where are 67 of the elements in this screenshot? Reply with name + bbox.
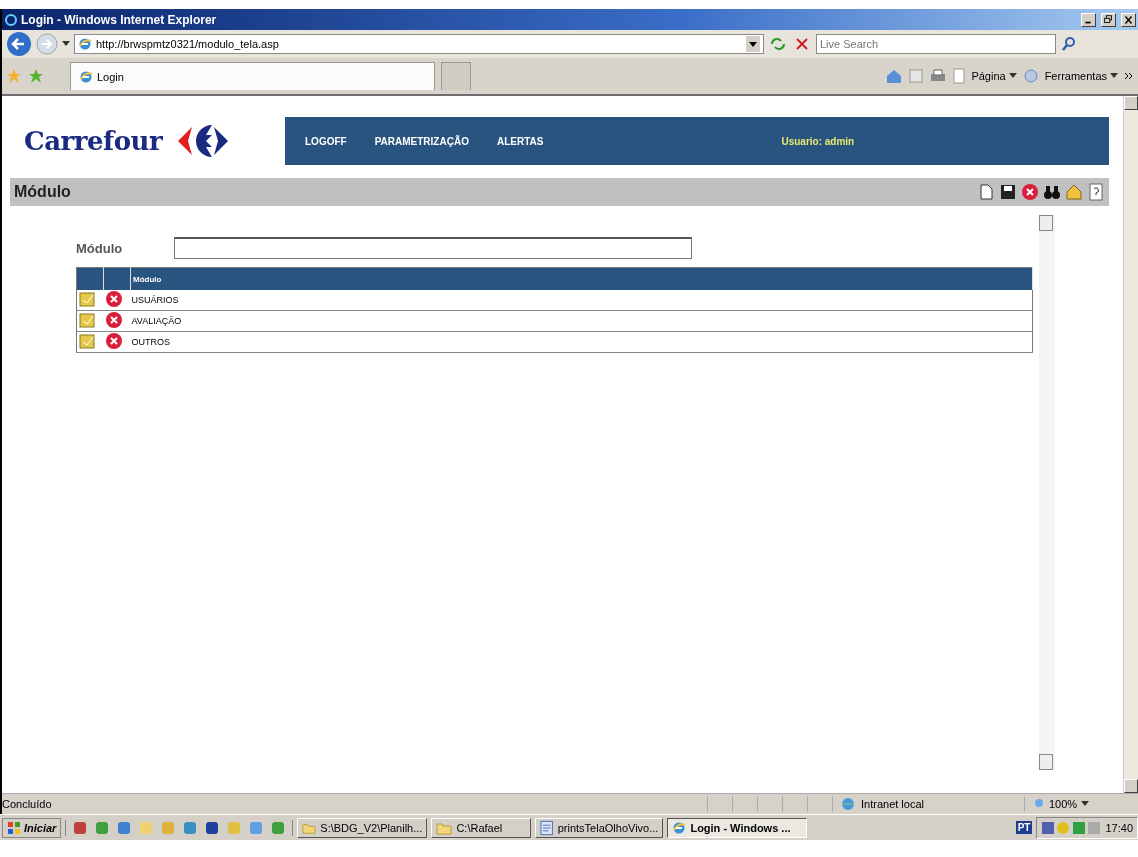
caret-icon[interactable]	[1081, 801, 1090, 807]
section-title: Módulo	[14, 183, 72, 201]
app-icon[interactable]	[204, 819, 221, 836]
table-cell: OUTROS	[130, 331, 1033, 353]
taskbar-button[interactable]: Login - Windows ...	[667, 817, 808, 838]
browser-icon	[672, 820, 687, 835]
language-indicator[interactable]: PT	[1015, 821, 1033, 834]
caret-icon[interactable]	[62, 41, 70, 47]
tray-icons-drawing	[1041, 819, 1102, 836]
table-cell: USUÁRIOS	[130, 290, 1033, 311]
app-icon[interactable]	[116, 819, 133, 836]
document-icon	[540, 819, 554, 836]
delete-icon[interactable]	[104, 290, 123, 308]
binoculars-icon[interactable]	[1043, 183, 1061, 201]
column-header: Módulo	[130, 267, 1033, 290]
command-menu[interactable]: Página	[971, 70, 1017, 82]
table-cell: AVALIAÇÃO	[130, 310, 1033, 332]
caret-icon[interactable]	[1008, 73, 1017, 79]
edit-icon[interactable]	[78, 291, 96, 307]
browser-icon	[4, 12, 18, 27]
search-field[interactable]: Live Search	[816, 34, 1056, 54]
clock: 17:40	[1105, 821, 1133, 834]
caret-icon[interactable]	[746, 36, 760, 52]
cancel-icon[interactable]	[1021, 183, 1039, 201]
windows-logo-icon	[7, 820, 21, 835]
status-text: Concluído	[2, 798, 53, 810]
delete-icon[interactable]	[104, 311, 123, 329]
browser-icon	[78, 37, 92, 51]
nav-link[interactable]: PARAMETRIZAÇÃO	[374, 135, 469, 147]
window-title: Login - Windows Internet Explorer	[21, 12, 218, 27]
globe-icon	[839, 796, 857, 812]
save-icon[interactable]	[999, 183, 1017, 201]
start-button[interactable]: Iniciar	[2, 817, 62, 838]
taskbar-button[interactable]: printsTelaOlhoVivo...	[535, 817, 664, 838]
home-icon[interactable]	[885, 68, 904, 84]
page-icon	[953, 68, 966, 84]
taskbar-button[interactable]: S:\BDG_V2\Planilh...	[297, 817, 428, 838]
folder-icon	[436, 820, 453, 835]
brand-logo: Carrefour	[24, 126, 163, 156]
nav-link[interactable]: ALERTAS	[496, 135, 544, 147]
user-label: Usuario: admin	[781, 135, 855, 147]
help-icon[interactable]	[1087, 183, 1105, 201]
field-label: Módulo	[76, 240, 124, 256]
address-field[interactable]: http://brwspmtz0321/modulo_tela.asp	[74, 34, 764, 54]
search-icon[interactable]	[1060, 35, 1078, 53]
zoom-level[interactable]: 100%	[1049, 798, 1078, 810]
taskbar-button[interactable]: C:\Rafael	[431, 817, 532, 838]
browser-tab[interactable]: Login	[70, 62, 435, 90]
printer-icon[interactable]	[929, 68, 948, 84]
restore-icon[interactable]	[1101, 12, 1116, 27]
star-icon[interactable]	[6, 68, 22, 84]
delete-icon[interactable]	[104, 332, 123, 350]
edit-icon[interactable]	[78, 333, 96, 349]
refresh-icon[interactable]	[768, 35, 788, 53]
input-field[interactable]	[174, 237, 692, 259]
app-icon[interactable]	[72, 819, 89, 836]
new-document-icon[interactable]	[977, 183, 995, 201]
edit-icon[interactable]	[78, 312, 96, 328]
chevron-icon[interactable]	[1124, 71, 1134, 81]
nav-link[interactable]: LOGOFF	[305, 135, 347, 147]
caret-icon[interactable]	[1110, 73, 1118, 79]
zone-label: Intranet local	[861, 798, 924, 810]
back-icon[interactable]	[6, 31, 32, 57]
command-menu[interactable]: Ferramentas	[1044, 70, 1118, 82]
close-icon[interactable]	[1121, 12, 1136, 27]
browser-icon	[79, 69, 93, 84]
minimize-icon[interactable]	[1081, 12, 1096, 27]
